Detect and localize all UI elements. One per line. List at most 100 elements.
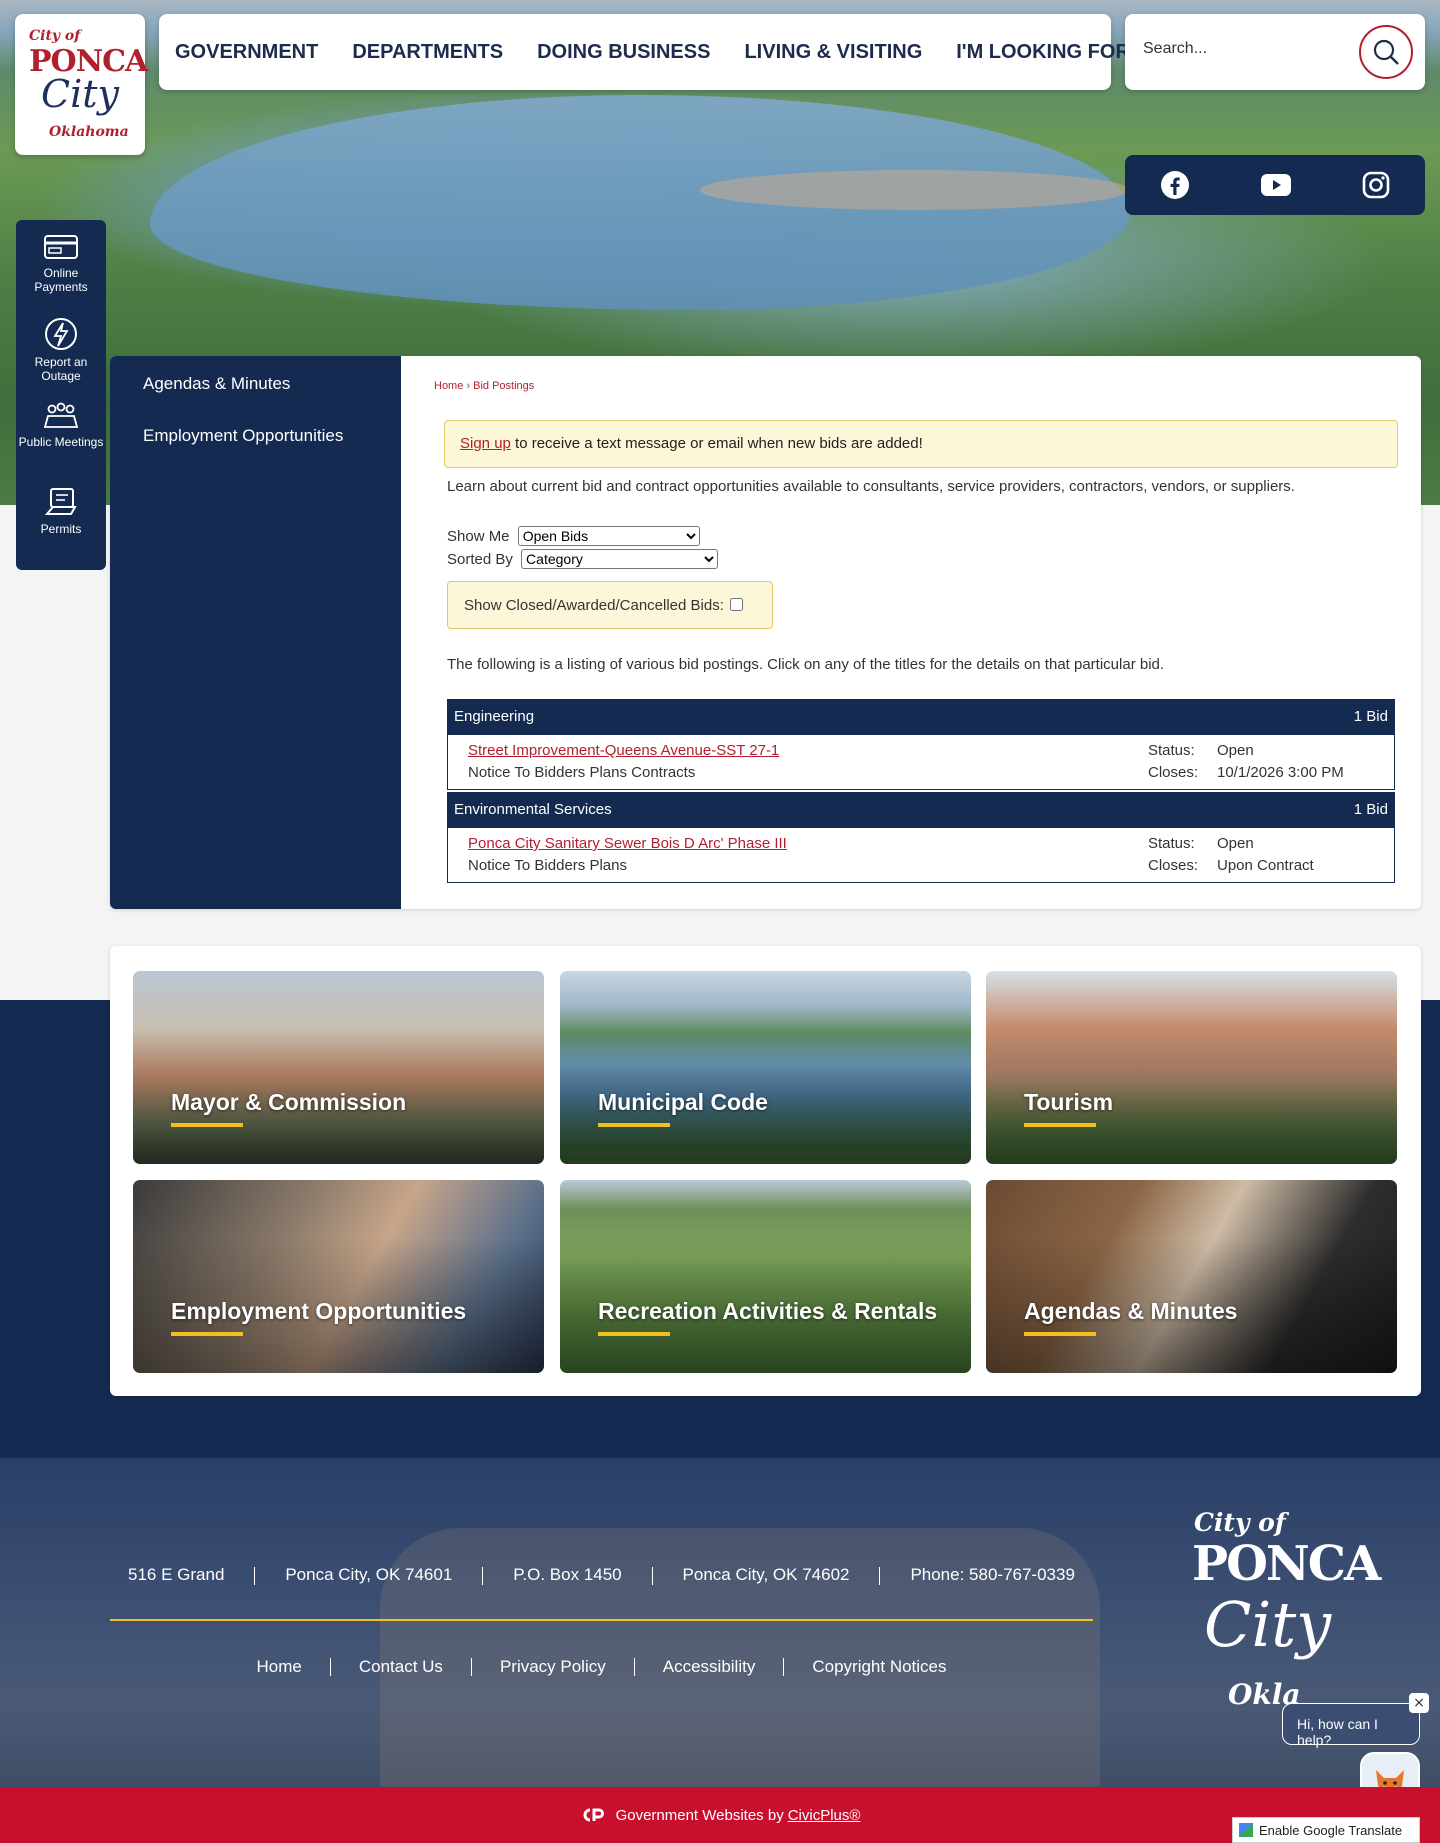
footer-divider [254, 1567, 256, 1585]
show-me-control: Show Me Open Bids [447, 526, 700, 546]
tile-underline [598, 1332, 670, 1336]
tile-label: Mayor & Commission [171, 1089, 407, 1115]
civicplus-link[interactable]: CivicPlus® [788, 1807, 861, 1824]
show-closed-label: Show Closed/Awarded/Cancelled Bids: [464, 597, 724, 614]
breadcrumb-current[interactable]: Bid Postings [473, 380, 534, 392]
chat-close-button[interactable]: × [1409, 1693, 1429, 1713]
tile-mayor-commission[interactable]: Mayor & Commission [133, 971, 544, 1164]
sorted-by-label: Sorted By [447, 551, 513, 568]
nav-looking-for[interactable]: I'M LOOKING FOR [956, 41, 1130, 64]
bid-status-label: Status: [1148, 835, 1195, 852]
civicplus-text: Government Websites by [615, 1806, 784, 1824]
footer-po-city: Ponca City, OK 74602 [682, 1565, 850, 1584]
tile-employment[interactable]: Employment Opportunities [133, 1180, 544, 1373]
permit-icon [44, 487, 77, 515]
credit-card-icon [44, 235, 78, 259]
tile-municipal-code[interactable]: Municipal Code [560, 971, 971, 1164]
quick-online-payments[interactable]: Online Payments [16, 232, 106, 317]
sorted-by-select[interactable]: Category [521, 549, 719, 569]
footer-po-box: P.O. Box 1450 [513, 1565, 622, 1584]
hero-shore [700, 170, 1130, 210]
footer-link-home[interactable]: Home [228, 1658, 329, 1676]
show-closed-checkbox[interactable] [729, 598, 743, 611]
logo-oklahoma: Oklahoma [49, 124, 129, 140]
instagram-icon[interactable] [1362, 171, 1390, 199]
nav-living-visiting[interactable]: LIVING & VISITING [744, 41, 922, 64]
tile-tourism[interactable]: Tourism [986, 971, 1397, 1164]
category-name: Engineering [454, 708, 535, 725]
quick-permits[interactable]: Permits [16, 486, 106, 571]
breadcrumb-home[interactable]: Home [434, 380, 463, 392]
quick-public-meetings[interactable]: Public Meetings [16, 401, 106, 486]
facebook-icon[interactable] [1160, 170, 1190, 200]
site-logo[interactable]: City of PONCA City Oklahoma [15, 14, 148, 155]
bid-title-link[interactable]: Ponca City Sanitary Sewer Bois D Arc' Ph… [468, 835, 787, 852]
sidenav-agendas-minutes[interactable]: Agendas & Minutes [110, 356, 401, 408]
bid-description: Notice To Bidders Plans [468, 857, 627, 874]
logo-city-of: City of [29, 28, 81, 44]
lightning-icon [45, 317, 77, 350]
google-translate-icon [1239, 1823, 1253, 1837]
bid-title-link[interactable]: Street Improvement-Queens Avenue-SST 27-… [468, 742, 779, 759]
signup-alert: Sign up to receive a text message or ema… [444, 420, 1398, 468]
search-box [1125, 14, 1425, 90]
nav-departments[interactable]: DEPARTMENTS [352, 41, 503, 64]
youtube-icon[interactable] [1260, 174, 1291, 196]
tile-shade [986, 1180, 1397, 1373]
show-closed-box: Show Closed/Awarded/Cancelled Bids: [447, 581, 773, 629]
tile-shade [133, 971, 544, 1164]
quick-label: Permits [40, 521, 82, 536]
footer-link-privacy[interactable]: Privacy Policy [470, 1658, 634, 1676]
civicplus-bar: Government Websites by CivicPlus® [0, 1787, 1440, 1843]
tile-underline [598, 1123, 670, 1127]
tile-underline [171, 1332, 243, 1336]
sidenav-employment[interactable]: Employment Opportunities [110, 408, 401, 460]
search-button[interactable] [1359, 25, 1413, 79]
show-me-select[interactable]: Open Bids [517, 526, 700, 546]
footer-street: 516 E Grand [128, 1565, 225, 1584]
nav-government[interactable]: GOVERNMENT [175, 41, 318, 64]
bid-status-label: Status: [1148, 742, 1195, 759]
bid-closes-value: Upon Contract [1217, 857, 1314, 874]
footer-logo-city: City [1204, 1588, 1332, 1661]
bid-description: Notice To Bidders Plans Contracts [468, 764, 696, 781]
quick-label: Public Meetings [18, 435, 104, 449]
alert-text: to receive a text message or email when … [510, 435, 923, 452]
tile-underline [1024, 1332, 1096, 1336]
main-content-card: Agendas & Minutes Employment Opportuniti… [110, 356, 1421, 909]
category-name: Environmental Services [454, 801, 612, 818]
footer-phone[interactable]: Phone: 580-767-0339 [910, 1565, 1074, 1585]
bid-closes-label: Closes: [1148, 857, 1199, 874]
intro-text: Learn about current bid and contract opp… [447, 478, 1295, 495]
google-translate-button[interactable]: Enable Google Translate [1232, 1817, 1420, 1843]
side-navigation: Agendas & Minutes Employment Opportuniti… [110, 356, 401, 909]
search-input[interactable] [1143, 40, 1343, 58]
quick-report-outage[interactable]: Report an Outage [16, 317, 106, 402]
logo-city: City [41, 72, 119, 116]
nav-doing-business[interactable]: DOING BUSINESS [537, 41, 710, 64]
tile-label: Tourism [1024, 1089, 1114, 1115]
listing-text: The following is a listing of various bi… [447, 656, 1165, 673]
category-header: Engineering 1 Bid [447, 699, 1395, 734]
footer-link-copyright[interactable]: Copyright Notices [783, 1658, 974, 1676]
sorted-by-control: Sorted By Category [447, 549, 719, 569]
footer-gold-rule [110, 1619, 1093, 1621]
signup-link[interactable]: Sign up [460, 435, 511, 452]
bid-postings-content: Home › Bid Postings Sign up to receive a… [401, 356, 1421, 909]
chat-bubble[interactable]: Hi, how can I help? [1282, 1703, 1420, 1748]
footer-link-accessibility[interactable]: Accessibility [633, 1658, 784, 1676]
footer-divider [651, 1567, 653, 1585]
quick-links-bar: Online Payments Report an Outage Public … [16, 220, 106, 570]
footer-divider [482, 1567, 484, 1585]
social-links [1125, 155, 1425, 215]
tile-label: Employment Opportunities [171, 1298, 467, 1324]
bid-closes-value: 10/1/2026 3:00 PM [1217, 764, 1344, 781]
tile-shade [560, 1180, 971, 1373]
tile-recreation[interactable]: Recreation Activities & Rentals [560, 1180, 971, 1373]
tile-agendas-minutes[interactable]: Agendas & Minutes [986, 1180, 1397, 1373]
meeting-icon [43, 402, 79, 428]
footer-logo-ponca: PONCA [1192, 1536, 1381, 1592]
tile-shade [133, 1180, 544, 1373]
footer-link-contact[interactable]: Contact Us [329, 1658, 471, 1676]
tile-label: Municipal Code [598, 1089, 768, 1115]
